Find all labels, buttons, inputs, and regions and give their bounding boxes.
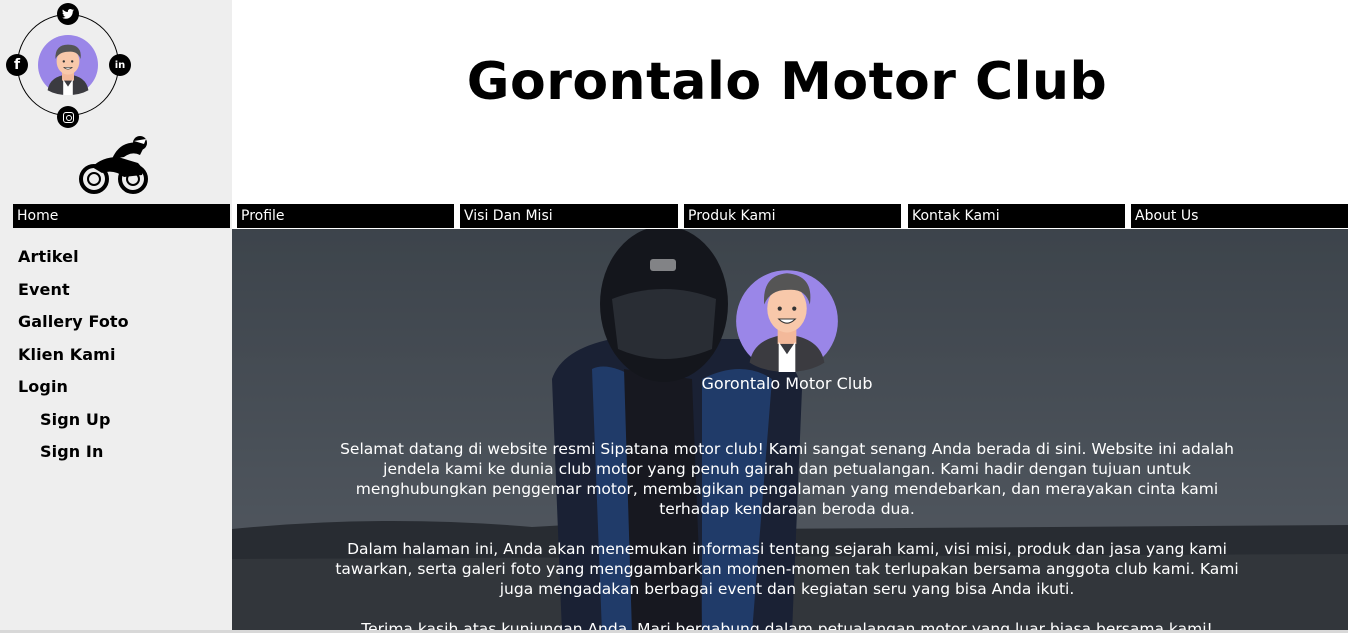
twitter-icon[interactable] <box>57 3 79 25</box>
nav-item-home[interactable]: Home <box>13 204 230 228</box>
page-title: Gorontalo Motor Club <box>466 52 1108 112</box>
sidebar-item-gallery-foto[interactable]: Gallery Foto <box>18 311 129 344</box>
sidebar: f in Artikel Event Gallery Foto Klien Ka… <box>0 0 232 633</box>
nav-item-about-us[interactable]: About Us <box>1131 204 1348 228</box>
profile-avatar <box>736 270 838 372</box>
hero-club-name: Gorontalo Motor Club <box>701 374 873 393</box>
top-nav: Home Profile Visi Dan Misi Produk Kami K… <box>0 204 1348 228</box>
welcome-paragraph-1: Selamat datang di website resmi Sipatana… <box>340 440 1234 518</box>
motorcycle-logo <box>79 136 148 194</box>
facebook-icon[interactable]: f <box>6 54 28 76</box>
nav-item-profile[interactable]: Profile <box>237 204 454 228</box>
avatar <box>38 35 98 95</box>
sidebar-subitem-sign-in[interactable]: Sign In <box>18 441 129 474</box>
linkedin-icon[interactable]: in <box>109 54 131 76</box>
side-menu: Artikel Event Gallery Foto Klien Kami Lo… <box>18 246 129 474</box>
instagram-icon[interactable] <box>57 106 79 128</box>
sidebar-item-klien-kami[interactable]: Klien Kami <box>18 344 129 377</box>
sidebar-item-event[interactable]: Event <box>18 279 129 312</box>
hero-section: Gorontalo Motor Club Selamat datang di w… <box>232 229 1348 633</box>
sidebar-item-artikel[interactable]: Artikel <box>18 246 129 279</box>
welcome-paragraph-2: Dalam halaman ini, Anda akan menemukan i… <box>335 540 1239 598</box>
nav-item-produk-kami[interactable]: Produk Kami <box>684 204 901 228</box>
hero-welcome-text: Selamat datang di website resmi Sipatana… <box>332 439 1242 633</box>
sidebar-subitem-sign-up[interactable]: Sign Up <box>18 409 129 442</box>
nav-item-visi-dan-misi[interactable]: Visi Dan Misi <box>460 204 678 228</box>
sidebar-item-login[interactable]: Login <box>18 376 129 409</box>
nav-item-kontak-kami[interactable]: Kontak Kami <box>908 204 1125 228</box>
